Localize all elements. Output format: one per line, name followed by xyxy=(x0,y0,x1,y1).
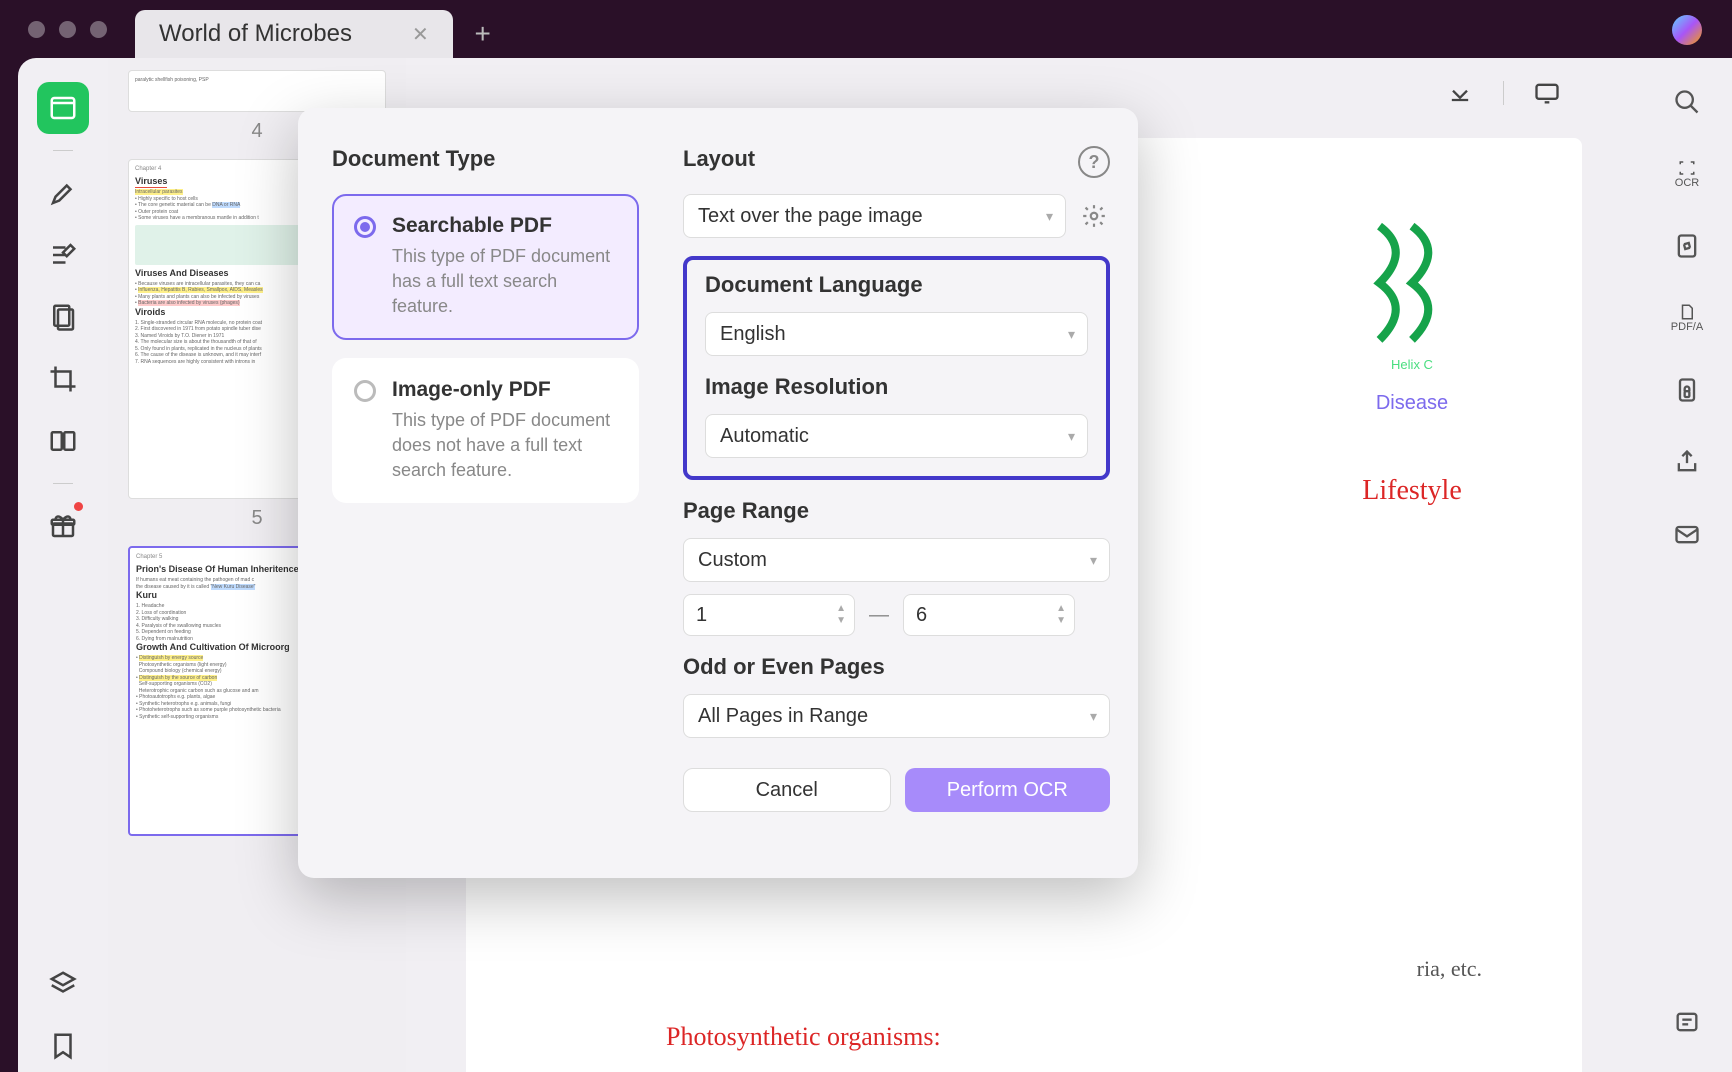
tab-bar: World of Microbes ✕ + xyxy=(135,10,495,58)
dialog-actions: Cancel Perform OCR xyxy=(683,768,1110,812)
highlighted-settings-block: Document Language English Image Resoluti… xyxy=(683,256,1110,480)
stepper-arrows-icon[interactable]: ▲▼ xyxy=(1056,604,1066,626)
page-range-dropdown[interactable]: Custom xyxy=(683,538,1110,582)
option-description: This type of PDF document does not have … xyxy=(392,408,617,484)
page-to-input[interactable]: 6 ▲▼ xyxy=(903,594,1075,636)
brand-logo-icon xyxy=(1672,15,1702,45)
page-range-label: Page Range xyxy=(683,498,1110,524)
radio-icon xyxy=(354,216,376,238)
dialog-right-pane: ? Layout Text over the page image Docume… xyxy=(673,108,1138,878)
notes-icon[interactable] xyxy=(1667,1002,1707,1042)
layout-dropdown[interactable]: Text over the page image xyxy=(683,194,1066,238)
document-type-label: Document Type xyxy=(332,146,639,172)
left-sidebar xyxy=(18,58,108,1072)
range-dash: — xyxy=(869,604,889,627)
chevron-down-icon[interactable] xyxy=(1445,78,1475,108)
page-thumbnail[interactable]: paralytic shellfish poisoning, PSP xyxy=(128,70,386,112)
edit-text-icon[interactable] xyxy=(37,229,89,281)
tab-title: World of Microbes xyxy=(159,20,352,48)
maximize-window-button[interactable] xyxy=(90,21,107,38)
share-icon[interactable] xyxy=(1667,442,1707,482)
page-range-row: 1 ▲▼ — 6 ▲▼ xyxy=(683,594,1110,636)
gear-icon[interactable] xyxy=(1078,200,1110,232)
app-body: paralytic shellfish poisoning, PSP 4 Cha… xyxy=(18,58,1732,1072)
stepper-arrows-icon[interactable]: ▲▼ xyxy=(836,604,846,626)
right-sidebar: OCR PDF/A xyxy=(1642,58,1732,1072)
lock-icon[interactable] xyxy=(1667,370,1707,410)
perform-ocr-button[interactable]: Perform OCR xyxy=(905,768,1111,812)
divider xyxy=(53,150,73,151)
ocr-icon[interactable]: OCR xyxy=(1667,154,1707,194)
compare-icon[interactable] xyxy=(37,415,89,467)
gift-icon[interactable] xyxy=(37,500,89,552)
language-label: Document Language xyxy=(705,272,1088,298)
page-manager-icon[interactable] xyxy=(37,291,89,343)
close-tab-icon[interactable]: ✕ xyxy=(412,22,429,47)
convert-icon[interactable] xyxy=(1667,226,1707,266)
disease-text: Disease xyxy=(1322,392,1502,415)
resolution-dropdown[interactable]: Automatic xyxy=(705,414,1088,458)
option-title: Searchable PDF xyxy=(392,214,617,238)
language-dropdown[interactable]: English xyxy=(705,312,1088,356)
searchable-pdf-option[interactable]: Searchable PDF This type of PDF document… xyxy=(332,194,639,340)
lifestyle-text: Lifestyle xyxy=(1322,475,1502,507)
photo-text: Photosynthetic organisms: xyxy=(666,1022,941,1052)
close-window-button[interactable] xyxy=(28,21,45,38)
dialog-left-pane: Document Type Searchable PDF This type o… xyxy=(298,108,673,878)
presentation-icon[interactable] xyxy=(1532,78,1562,108)
divider xyxy=(53,483,73,484)
odd-even-dropdown[interactable]: All Pages in Range xyxy=(683,694,1110,738)
etc-text: ria, etc. xyxy=(1417,956,1482,982)
odd-even-label: Odd or Even Pages xyxy=(683,654,1110,680)
resolution-label: Image Resolution xyxy=(705,374,1088,400)
add-tab-button[interactable]: + xyxy=(471,22,495,46)
helix-label: Helix C xyxy=(1322,357,1502,372)
minimize-window-button[interactable] xyxy=(59,21,76,38)
ocr-dialog: Document Type Searchable PDF This type o… xyxy=(298,108,1138,878)
help-icon[interactable]: ? xyxy=(1078,146,1110,178)
crop-icon[interactable] xyxy=(37,353,89,405)
page-from-input[interactable]: 1 ▲▼ xyxy=(683,594,855,636)
doc-toolbar xyxy=(1445,78,1562,108)
layers-icon[interactable] xyxy=(37,958,89,1010)
image-only-pdf-option[interactable]: Image-only PDF This type of PDF document… xyxy=(332,358,639,504)
layout-label: Layout xyxy=(683,146,1110,172)
helix-illustration: Helix C Disease Lifestyle xyxy=(1322,218,1502,507)
document-tab[interactable]: World of Microbes ✕ xyxy=(135,10,453,58)
radio-icon xyxy=(354,380,376,402)
option-description: This type of PDF document has a full tex… xyxy=(392,244,617,320)
option-title: Image-only PDF xyxy=(392,378,617,402)
highlighter-icon[interactable] xyxy=(37,167,89,219)
traffic-lights xyxy=(0,21,107,38)
mail-icon[interactable] xyxy=(1667,514,1707,554)
search-icon[interactable] xyxy=(1667,82,1707,122)
reader-mode-icon[interactable] xyxy=(37,82,89,134)
bookmark-icon[interactable] xyxy=(37,1020,89,1072)
divider xyxy=(1503,81,1504,105)
pdfa-icon[interactable]: PDF/A xyxy=(1667,298,1707,338)
cancel-button[interactable]: Cancel xyxy=(683,768,891,812)
